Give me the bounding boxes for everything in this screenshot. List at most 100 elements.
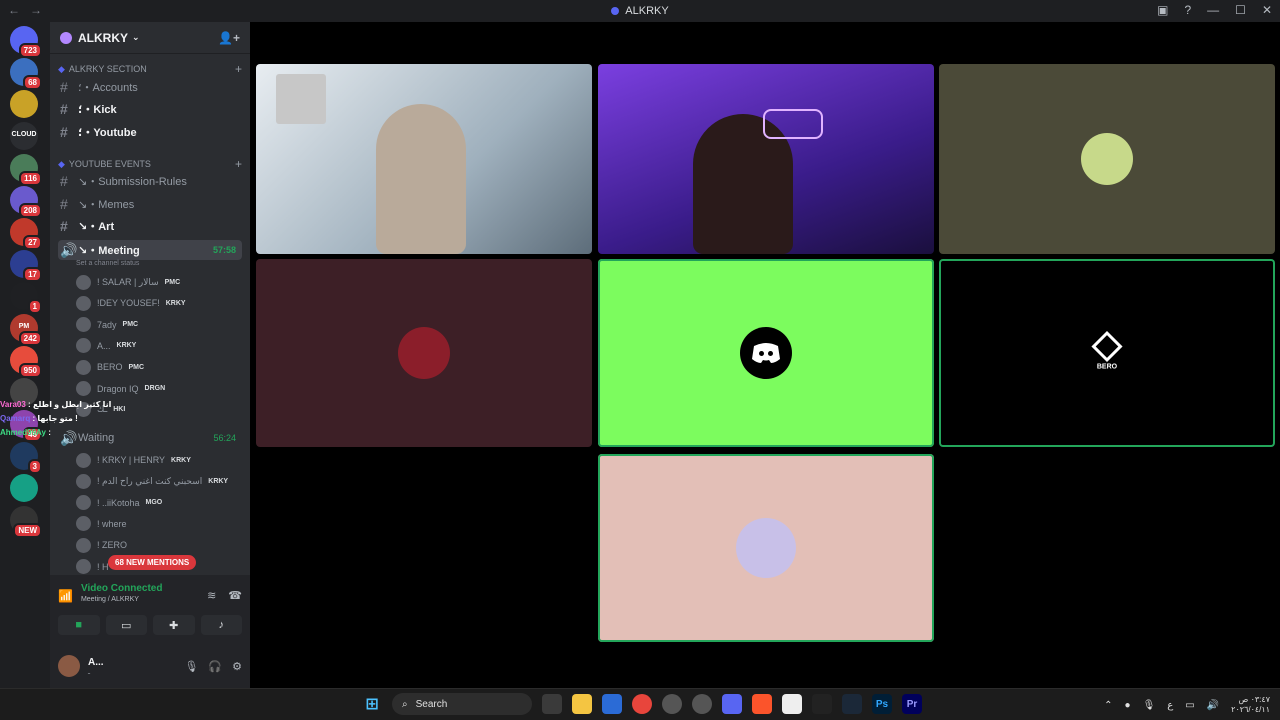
channel-submission-rules[interactable]: # ↘・Submission-Rules xyxy=(58,171,242,191)
channel-status-prompt[interactable]: Set a channel status xyxy=(76,260,139,267)
noise-suppression-icon[interactable]: ≋ xyxy=(207,589,216,602)
member-tag: KRKY xyxy=(171,456,191,464)
server-icon[interactable]: 116 xyxy=(10,154,42,186)
microphone-icon[interactable]: 🎙 xyxy=(1143,700,1156,711)
channel-art[interactable]: # ↘・Art xyxy=(58,216,242,236)
channel-kick[interactable]: # ؛・Kick xyxy=(58,99,242,119)
category-youtube-events[interactable]: ◆ YOUTUBE EVENTS + xyxy=(58,157,242,171)
minimize-button[interactable]: — xyxy=(1207,3,1219,17)
voice-member[interactable]: BERO PMC xyxy=(76,357,242,377)
capcut-icon[interactable] xyxy=(812,694,832,714)
avatar-tile-discord[interactable] xyxy=(598,259,934,447)
add-channel-icon[interactable]: + xyxy=(235,157,242,171)
signal-icon[interactable]: 📶 xyxy=(58,589,73,603)
gear-icon[interactable]: ⚙ xyxy=(232,660,242,673)
avatar-tile-bero[interactable]: BERO xyxy=(939,259,1275,447)
soundboard-button[interactable]: ♪ xyxy=(200,615,242,635)
member-name: ! where xyxy=(97,518,127,529)
server-icon[interactable]: 1 xyxy=(10,282,42,314)
voice-member[interactable]: ! ..iiKotoha MGO xyxy=(76,493,242,513)
task-view-icon[interactable] xyxy=(542,694,562,714)
server-icon[interactable]: NEW xyxy=(10,506,42,538)
app-icon[interactable] xyxy=(782,694,802,714)
voice-member[interactable]: ! where xyxy=(76,514,242,534)
forward-arrow-icon[interactable]: → xyxy=(30,3,42,17)
maximize-button[interactable]: ☐ xyxy=(1235,3,1246,17)
chevron-up-icon[interactable]: ⌃ xyxy=(1104,700,1112,711)
server-icon[interactable]: 17 xyxy=(10,250,42,282)
store-icon[interactable] xyxy=(602,694,622,714)
premiere-icon[interactable]: Pr xyxy=(902,694,922,714)
volume-icon[interactable]: 🔊 xyxy=(1207,700,1219,711)
voice-member[interactable]: ! اسحبني كنت اغني راح الدم KRKY xyxy=(76,471,242,491)
add-channel-icon[interactable]: + xyxy=(235,62,242,76)
channel-label: ↘・Meeting xyxy=(78,245,140,257)
server-icon[interactable]: 27 xyxy=(10,218,42,250)
video-tile-webcam-2[interactable] xyxy=(598,64,934,254)
camera-button[interactable]: ■ xyxy=(58,615,100,635)
activities-button[interactable]: ✚ xyxy=(153,615,195,635)
voice-member[interactable]: ! ZERO xyxy=(76,535,242,555)
file-explorer-icon[interactable] xyxy=(572,694,592,714)
server-icon[interactable]: 3 xyxy=(10,442,42,474)
new-mentions-pill[interactable]: 68 NEW MENTIONS xyxy=(108,555,197,570)
photoshop-icon[interactable]: Ps xyxy=(872,694,892,714)
voice-member[interactable]: ! KRKY | HENRY KRKY xyxy=(76,450,242,470)
voice-channel-meeting[interactable]: 🔊 ↘・Meeting 57:58 xyxy=(58,240,242,260)
back-arrow-icon[interactable]: ← xyxy=(8,3,20,17)
headphones-icon[interactable]: 🎧 xyxy=(208,660,222,673)
server-icon[interactable] xyxy=(10,474,38,502)
microphone-icon[interactable]: 🎙 xyxy=(184,660,198,673)
tray-app-icon[interactable]: ● xyxy=(1125,700,1131,711)
mention-badge: 27 xyxy=(23,235,42,250)
avatar-tile-dey-yousef[interactable] xyxy=(256,259,592,447)
mention-badge: NEW xyxy=(13,523,42,538)
language-indicator[interactable]: ع xyxy=(1167,700,1173,711)
member-tag: PMC xyxy=(164,278,181,286)
taskbar-search[interactable]: ⌕ Search xyxy=(392,693,532,715)
voice-member[interactable]: ! SALAR | سالار PMC xyxy=(76,272,242,292)
voice-status-subtitle[interactable]: Meeting / ALKRKY xyxy=(81,596,163,603)
clock[interactable]: ٠٣:٤٧ ص ٢٠٢٦/٠٤/١١ xyxy=(1231,695,1270,715)
server-icon[interactable]: 723 xyxy=(10,26,42,58)
server-icon xyxy=(60,31,72,44)
steam-icon[interactable] xyxy=(842,694,862,714)
hash-icon: # xyxy=(60,173,68,189)
windows-start-icon[interactable]: ⊞ xyxy=(362,694,382,714)
disconnect-icon[interactable]: ☎ xyxy=(228,589,242,602)
server-icon[interactable]: PM 242 xyxy=(10,314,42,346)
server-icon[interactable]: 68 xyxy=(10,58,42,90)
avatar-tile-olive[interactable] xyxy=(939,64,1275,254)
server-icon[interactable]: 208 xyxy=(10,186,42,218)
channel-accounts[interactable]: # ؛・Accounts xyxy=(58,77,242,97)
member-name: ! SALAR | سالار xyxy=(97,276,159,287)
server-dot-icon xyxy=(611,7,620,15)
avatar-tile-anime[interactable] xyxy=(598,454,934,642)
voice-member[interactable]: 7ady PMC xyxy=(76,315,242,335)
discord-taskbar-icon[interactable] xyxy=(722,694,742,714)
chevron-down-icon: ⌄ xyxy=(132,32,140,42)
close-button[interactable]: ✕ xyxy=(1262,3,1272,17)
channel-youtube[interactable]: # ؛・Youtube xyxy=(58,122,242,142)
avatar[interactable] xyxy=(58,655,80,677)
voice-member[interactable]: !DEY YOUSEF! KRKY xyxy=(76,293,242,313)
app-icon[interactable] xyxy=(662,694,682,714)
member-tag: KRKY xyxy=(208,477,229,485)
category-alkrky-section[interactable]: ◆ ALKRKY SECTION + xyxy=(58,62,242,76)
video-tile-salar[interactable] xyxy=(256,64,592,254)
server-icon[interactable]: 950 xyxy=(10,346,42,378)
help-icon[interactable]: ? xyxy=(1184,3,1191,17)
chrome-icon[interactable] xyxy=(632,694,652,714)
inbox-icon[interactable]: ▣ xyxy=(1157,3,1168,17)
server-icon[interactable]: CLOUD xyxy=(10,122,38,150)
server-header[interactable]: ALKRKY ⌄ 👤+ xyxy=(50,22,250,54)
network-icon[interactable]: ▭ xyxy=(1185,700,1194,711)
server-icon-label: CLOUD xyxy=(11,131,37,138)
brave-icon[interactable] xyxy=(752,694,772,714)
channel-memes[interactable]: # ↘・Memes xyxy=(58,194,242,214)
screen-share-button[interactable]: ▭ xyxy=(105,615,147,635)
server-icon[interactable] xyxy=(10,90,38,118)
settings-app-icon[interactable] xyxy=(692,694,712,714)
invite-people-icon[interactable]: 👤+ xyxy=(218,31,240,45)
voice-member[interactable]: A... KRKY xyxy=(76,336,242,356)
